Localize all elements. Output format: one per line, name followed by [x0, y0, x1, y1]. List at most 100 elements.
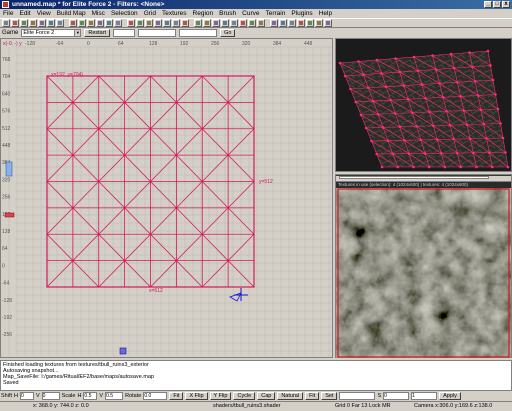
control-point[interactable]: [476, 94, 480, 97]
grid-icon[interactable]: [270, 19, 278, 27]
xy-view[interactable]: -128-64064128192256320384448576870464057…: [0, 38, 333, 358]
control-point[interactable]: [380, 165, 384, 169]
control-point[interactable]: [462, 109, 466, 112]
paste-icon[interactable]: [38, 19, 46, 27]
control-point[interactable]: [420, 83, 424, 86]
csg-subtract-icon[interactable]: [136, 19, 144, 27]
menu-brush[interactable]: Brush: [216, 10, 239, 17]
control-point[interactable]: [491, 78, 495, 82]
menu-grid[interactable]: Grid: [141, 10, 159, 17]
zchecker-marker[interactable]: [4, 212, 15, 218]
control-point[interactable]: [398, 70, 402, 74]
control-point[interactable]: [468, 137, 472, 141]
view-origin-icon[interactable]: [229, 288, 248, 302]
filter-icon[interactable]: [248, 19, 256, 27]
undo-icon[interactable]: [47, 19, 55, 27]
control-point[interactable]: [438, 82, 441, 85]
s-field[interactable]: 0: [383, 392, 410, 400]
control-point[interactable]: [427, 165, 431, 169]
restart-button[interactable]: Restart: [84, 29, 111, 37]
shift-h-field[interactable]: 0: [20, 392, 34, 400]
entity-icon[interactable]: [194, 19, 202, 27]
set-button[interactable]: Set: [321, 392, 338, 400]
control-point[interactable]: [490, 165, 494, 169]
control-point[interactable]: [432, 124, 435, 128]
control-point[interactable]: [439, 151, 443, 155]
control-point[interactable]: [338, 61, 342, 65]
t-field[interactable]: 1: [411, 392, 438, 400]
control-point[interactable]: [424, 96, 427, 100]
patch-icon[interactable]: [181, 19, 189, 27]
maximize-button[interactable]: □: [493, 1, 501, 8]
control-point[interactable]: [468, 51, 471, 54]
natural-button[interactable]: Natural: [277, 392, 304, 400]
control-point[interactable]: [488, 151, 491, 154]
console-log[interactable]: Finished loading textures from textures/…: [0, 360, 512, 391]
control-point[interactable]: [445, 109, 448, 113]
control-point[interactable]: [489, 64, 492, 67]
menu-textures[interactable]: Textures: [159, 10, 190, 17]
control-point[interactable]: [396, 165, 400, 169]
face-icon[interactable]: [212, 19, 220, 27]
menu-view[interactable]: View: [34, 10, 54, 17]
control-point[interactable]: [456, 80, 459, 84]
control-point[interactable]: [362, 73, 365, 76]
control-point[interactable]: [380, 72, 383, 75]
control-point[interactable]: [423, 152, 427, 155]
control-point[interactable]: [375, 58, 379, 62]
control-point[interactable]: [415, 125, 418, 128]
go-button[interactable]: Go: [220, 29, 236, 37]
csg-merge-icon[interactable]: [145, 19, 153, 27]
command-field-2[interactable]: [138, 29, 177, 37]
control-point[interactable]: [475, 165, 478, 169]
control-point[interactable]: [386, 139, 390, 142]
control-point[interactable]: [391, 152, 395, 156]
brush-icon[interactable]: [203, 19, 211, 27]
shader-icon[interactable]: [306, 19, 314, 27]
x-flip-button[interactable]: X Flip: [185, 392, 208, 400]
command-field-3[interactable]: [179, 29, 218, 37]
control-point[interactable]: [455, 151, 459, 155]
save-icon[interactable]: [11, 19, 19, 27]
menu-terrain[interactable]: Terrain: [262, 10, 288, 17]
x-axis-icon[interactable]: [69, 19, 77, 27]
control-point[interactable]: [354, 100, 358, 104]
control-point[interactable]: [389, 98, 392, 102]
control-point[interactable]: [384, 85, 388, 89]
y-flip-button[interactable]: Y Flip: [209, 392, 232, 400]
camera-view[interactable]: [335, 38, 512, 172]
scale-v-field[interactable]: 0.5: [105, 392, 124, 400]
edge-icon[interactable]: [230, 19, 238, 27]
menu-selection[interactable]: Selection: [108, 10, 141, 17]
copy-icon[interactable]: [29, 19, 37, 27]
control-point[interactable]: [499, 122, 502, 125]
control-point[interactable]: [448, 123, 452, 127]
game-select[interactable]: Elite Force 2 ▼: [21, 29, 82, 37]
rotate-field[interactable]: 0.0: [143, 392, 168, 400]
control-point[interactable]: [381, 126, 385, 129]
control-point[interactable]: [349, 87, 352, 91]
vertex-icon[interactable]: [221, 19, 229, 27]
control-point[interactable]: [364, 126, 368, 130]
control-point[interactable]: [412, 55, 416, 59]
control-point[interactable]: [406, 97, 410, 101]
camera-icon[interactable]: [172, 19, 180, 27]
control-point[interactable]: [472, 151, 475, 155]
shift-v-field[interactable]: 0: [41, 392, 60, 400]
control-point[interactable]: [443, 165, 447, 169]
control-point[interactable]: [452, 66, 456, 70]
control-point[interactable]: [435, 138, 439, 141]
light-icon[interactable]: [239, 19, 247, 27]
set-field[interactable]: [339, 392, 376, 400]
region-icon[interactable]: [257, 19, 265, 27]
control-point[interactable]: [465, 123, 469, 126]
control-point[interactable]: [343, 74, 347, 78]
camera-marker-icon[interactable]: [5, 161, 13, 177]
control-point[interactable]: [486, 49, 490, 53]
control-point[interactable]: [434, 68, 438, 71]
menu-curve[interactable]: Curve: [239, 10, 262, 17]
control-point[interactable]: [398, 125, 402, 129]
control-point[interactable]: [419, 138, 423, 142]
menu-help[interactable]: Help: [316, 10, 335, 17]
control-point[interactable]: [452, 137, 455, 141]
